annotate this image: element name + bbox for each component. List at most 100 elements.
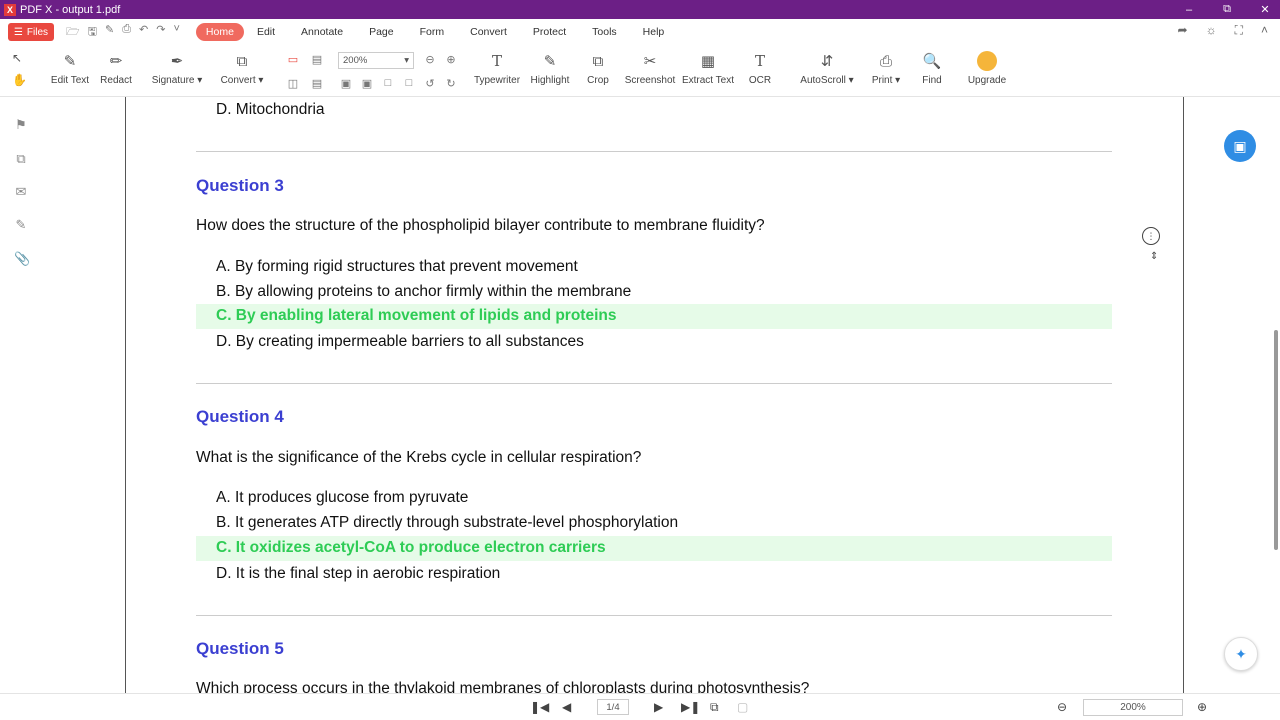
comment-icon[interactable]: ✉	[14, 184, 28, 200]
zoom-out-icon[interactable]: ⊖	[423, 53, 437, 66]
undo-icon[interactable]: ↶	[139, 23, 148, 42]
menu-protect[interactable]: Protect	[520, 23, 579, 41]
select-icon[interactable]: ↖	[12, 51, 27, 65]
redact-icon: ✏	[109, 53, 123, 70]
redo-icon[interactable]: ↷	[156, 23, 165, 42]
page-edge-right	[1183, 97, 1184, 693]
prev-option: D. Mitochondria	[216, 101, 325, 118]
rotate-view-icon[interactable]: ⧉	[710, 700, 719, 715]
pages-icon[interactable]: ⧉	[14, 151, 28, 167]
signature-icon: ✒	[170, 53, 184, 70]
attachment-icon[interactable]: 📎	[14, 251, 30, 267]
single-page-icon[interactable]: ▭	[286, 53, 300, 66]
ocr-label: OCR	[748, 75, 772, 86]
find-icon: 🔍	[922, 53, 942, 70]
question-divider	[196, 383, 1112, 384]
scroll-arrows-icon[interactable]: ⇕	[1150, 251, 1158, 262]
fullscreen-icon[interactable]: ⛶	[1235, 23, 1243, 38]
page-number-input[interactable]: 1/4	[597, 699, 629, 715]
menu-convert[interactable]: Convert	[457, 23, 520, 41]
export-icon[interactable]: ▢	[737, 700, 748, 714]
fit-visible-icon[interactable]: □	[402, 77, 416, 89]
translate-button[interactable]: ▣	[1224, 130, 1256, 162]
hand-icon[interactable]: ✋	[12, 73, 27, 87]
zoom-in-status-icon[interactable]: ⊕	[1197, 700, 1207, 714]
minimize-icon[interactable]: –	[1182, 4, 1196, 16]
find-label: Find	[922, 75, 942, 86]
vertical-scrollbar[interactable]	[1274, 330, 1278, 550]
option-b: B. It generates ATP directly through sub…	[216, 514, 679, 531]
ocr-button[interactable]: T OCR	[729, 51, 791, 86]
hamburger-icon: ☰	[13, 26, 23, 38]
rotate-left-icon[interactable]: ↺	[423, 77, 437, 90]
upgrade-button[interactable]: Upgrade	[956, 51, 1018, 86]
fit-page-icon[interactable]: ▣	[339, 77, 353, 90]
last-page-icon[interactable]: ▶❚	[681, 700, 700, 714]
signature-label: Signature ▾	[151, 75, 203, 86]
menu-help[interactable]: Help	[630, 23, 678, 41]
extract-text-icon: ▦	[700, 53, 716, 70]
zoom-value: 200%	[343, 55, 368, 66]
rotate-right-icon[interactable]: ↻	[444, 77, 458, 90]
menu-page[interactable]: Page	[356, 23, 407, 41]
theme-icon[interactable]: ☼	[1206, 23, 1217, 38]
fit-width-icon[interactable]: ▣	[360, 77, 374, 90]
scissors-icon: ✂	[643, 53, 657, 70]
ai-assistant-icon: ✦	[1235, 645, 1247, 662]
signature-button[interactable]: ✒ Signature ▾	[146, 51, 208, 86]
close-icon[interactable]: ✕	[1258, 3, 1272, 16]
save-icon[interactable]: 🖫	[88, 23, 97, 42]
ocr-icon: T	[754, 52, 765, 70]
chevron-down-icon: ▾	[404, 55, 409, 66]
find-button[interactable]: 🔍 Find	[901, 51, 963, 86]
print-quick-icon[interactable]: ⎙	[122, 23, 131, 42]
open-icon[interactable]: 🗁	[66, 23, 80, 42]
menu-annotate[interactable]: Annotate	[288, 23, 356, 41]
next-page-icon[interactable]: ▶	[654, 700, 663, 714]
collapse-ribbon-icon[interactable]: ˄	[1261, 23, 1268, 38]
zoom-in-icon[interactable]: ⊕	[444, 53, 458, 66]
two-page-icon[interactable]: ◫	[286, 77, 300, 90]
restore-icon[interactable]: ⧉	[1220, 3, 1234, 16]
redact-button[interactable]: ✏ Redact	[85, 51, 147, 86]
ribbon-toolbar: ↖ ✋ ✎ Edit Text ✏ Redact ✒ Signature ▾ ⧉…	[0, 45, 1280, 97]
screenshot-button[interactable]: ✂ Screenshot	[619, 51, 681, 86]
zoom-out-status-icon[interactable]: ⊖	[1057, 700, 1067, 714]
screenshot-label: Screenshot	[624, 75, 676, 86]
actual-size-icon[interactable]: □	[381, 77, 395, 89]
ai-assistant-button[interactable]: ✦	[1224, 637, 1258, 671]
highlight-icon: ✎	[543, 53, 557, 70]
convert-label: Convert ▾	[220, 75, 264, 86]
menu-home[interactable]: Home	[195, 23, 244, 41]
prev-page-icon[interactable]: ◀	[562, 700, 571, 714]
menu-edit[interactable]: Edit	[244, 23, 288, 41]
share-icon[interactable]: ➦	[1178, 23, 1188, 38]
save-as-icon[interactable]: ✎	[105, 23, 114, 42]
bookmark-icon[interactable]: ⚑	[14, 117, 28, 133]
option-a: A. It produces glucose from pyruvate	[216, 489, 469, 506]
upgrade-icon	[977, 51, 997, 71]
more-options-icon[interactable]: ⋮	[1142, 227, 1160, 245]
menu-bar: ☰ Files 🗁 🖫 ✎ ⎙ ↶ ↷ ˅ Home Edit Annotate…	[0, 19, 1280, 45]
autoscroll-icon: ⇵	[820, 53, 834, 70]
cover-icon[interactable]: ▤	[310, 77, 324, 90]
window-title: PDF X - output 1.pdf	[20, 3, 121, 16]
zoom-status-field[interactable]: 200%	[1083, 699, 1183, 716]
crop-icon: ⧉	[592, 52, 604, 70]
dropdown-icon[interactable]: ˅	[173, 23, 179, 42]
convert-icon: ⧉	[236, 52, 248, 70]
zoom-select[interactable]: 200% ▾	[338, 52, 414, 69]
continuous-icon[interactable]: ▤	[310, 53, 324, 66]
files-button[interactable]: ☰ Files	[8, 23, 54, 41]
option-correct-highlight: C. It oxidizes acetyl-CoA to produce ele…	[196, 536, 1112, 561]
menu-form[interactable]: Form	[407, 23, 458, 41]
menu-tools[interactable]: Tools	[579, 23, 630, 41]
autoscroll-button[interactable]: ⇵ AutoScroll ▾	[796, 51, 858, 86]
convert-button[interactable]: ⧉ Convert ▾	[211, 51, 273, 87]
printer-icon: ⎙	[879, 52, 892, 70]
question-title: Question 3	[196, 176, 284, 195]
question-title: Question 4	[196, 407, 284, 426]
title-bar: X PDF X - output 1.pdf – ⧉ ✕	[0, 0, 1280, 19]
signature-panel-icon[interactable]: ✎	[14, 217, 28, 233]
first-page-icon[interactable]: ❚◀	[530, 700, 549, 714]
